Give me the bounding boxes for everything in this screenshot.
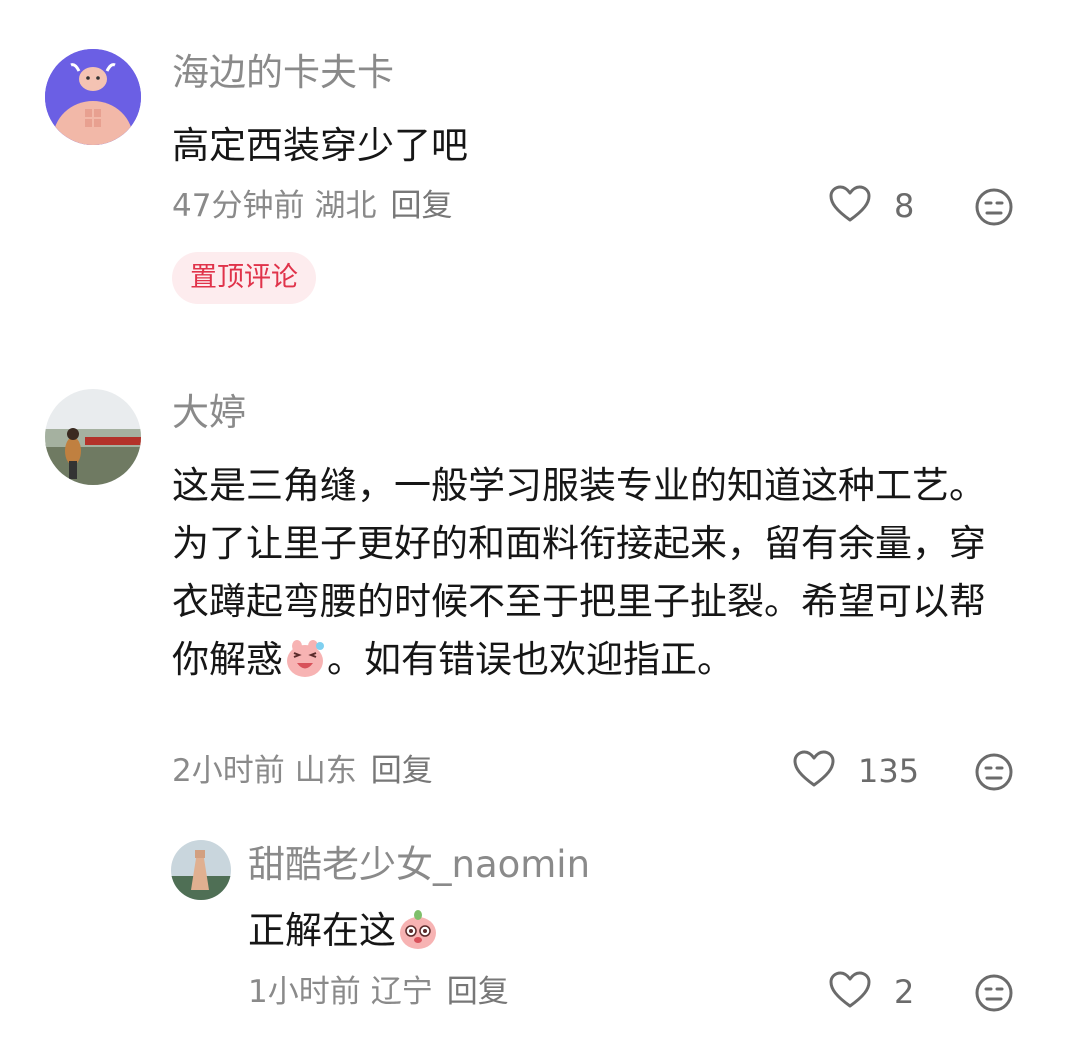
comment-region: 湖北: [314, 188, 377, 224]
comment-time: 2小时前: [172, 753, 285, 789]
like-count: 8: [894, 187, 915, 225]
comment-text: 正解在这: [248, 902, 1008, 960]
username[interactable]: 海边的卡夫卡: [172, 50, 394, 96]
avatar[interactable]: [171, 840, 231, 900]
reply-button[interactable]: 回复: [390, 188, 452, 224]
username[interactable]: 大婷: [172, 390, 246, 436]
comment-text: 这是三角缝，一般学习服装专业的知道这种工艺。为了让里子更好的和面料衔接起来，留有…: [172, 457, 1012, 689]
dislike-button[interactable]: [974, 752, 1014, 792]
comment-item: 大婷 这是三角缝，一般学习服装专业的知道这种工艺。为了让里子更好的和面料衔接起来…: [0, 340, 1080, 820]
comment-text-part: 。如有错误也欢迎指正。: [327, 638, 734, 681]
pig-cute-emoji: [396, 907, 440, 951]
meh-face-icon: [974, 187, 1014, 227]
pig-laugh-emoji: [283, 636, 327, 680]
like-count: 2: [894, 973, 915, 1011]
reply-comment-item: 甜酷老少女_naomin 正解在这 1小时前 辽宁 回复 2: [0, 820, 1080, 1040]
comment-item: 海边的卡夫卡 高定西装穿少了吧 47分钟前 湖北 回复 8 置顶评论: [0, 0, 1080, 340]
like-button[interactable]: 8: [828, 184, 948, 228]
avatar[interactable]: [45, 49, 141, 145]
like-button[interactable]: 2: [828, 970, 948, 1014]
reply-button[interactable]: 回复: [371, 753, 433, 789]
comment-time: 1小时前: [248, 974, 361, 1010]
username[interactable]: 甜酷老少女_naomin: [248, 842, 590, 888]
meh-face-icon: [974, 752, 1014, 792]
avatar[interactable]: [45, 389, 141, 485]
comment-region: 山东: [294, 753, 357, 789]
heart-outline-icon: [792, 749, 836, 793]
heart-outline-icon: [828, 184, 872, 228]
comment-time: 47分钟前: [172, 188, 305, 224]
dislike-button[interactable]: [974, 973, 1014, 1013]
meh-face-icon: [974, 973, 1014, 1013]
pinned-comment-badge: 置顶评论: [172, 252, 316, 304]
comment-text-part: 正解在这: [248, 909, 396, 952]
dislike-button[interactable]: [974, 187, 1014, 227]
like-button[interactable]: 135: [792, 749, 919, 793]
comment-meta: 47分钟前 湖北 回复: [172, 186, 452, 226]
comment-meta: 1小时前 辽宁 回复: [248, 972, 509, 1012]
comment-meta: 2小时前 山东 回复: [172, 751, 433, 791]
reply-button[interactable]: 回复: [447, 974, 509, 1010]
heart-outline-icon: [828, 970, 872, 1014]
comment-text: 高定西装穿少了吧: [172, 124, 468, 167]
comment-region: 辽宁: [370, 974, 433, 1010]
like-count: 135: [858, 752, 920, 790]
